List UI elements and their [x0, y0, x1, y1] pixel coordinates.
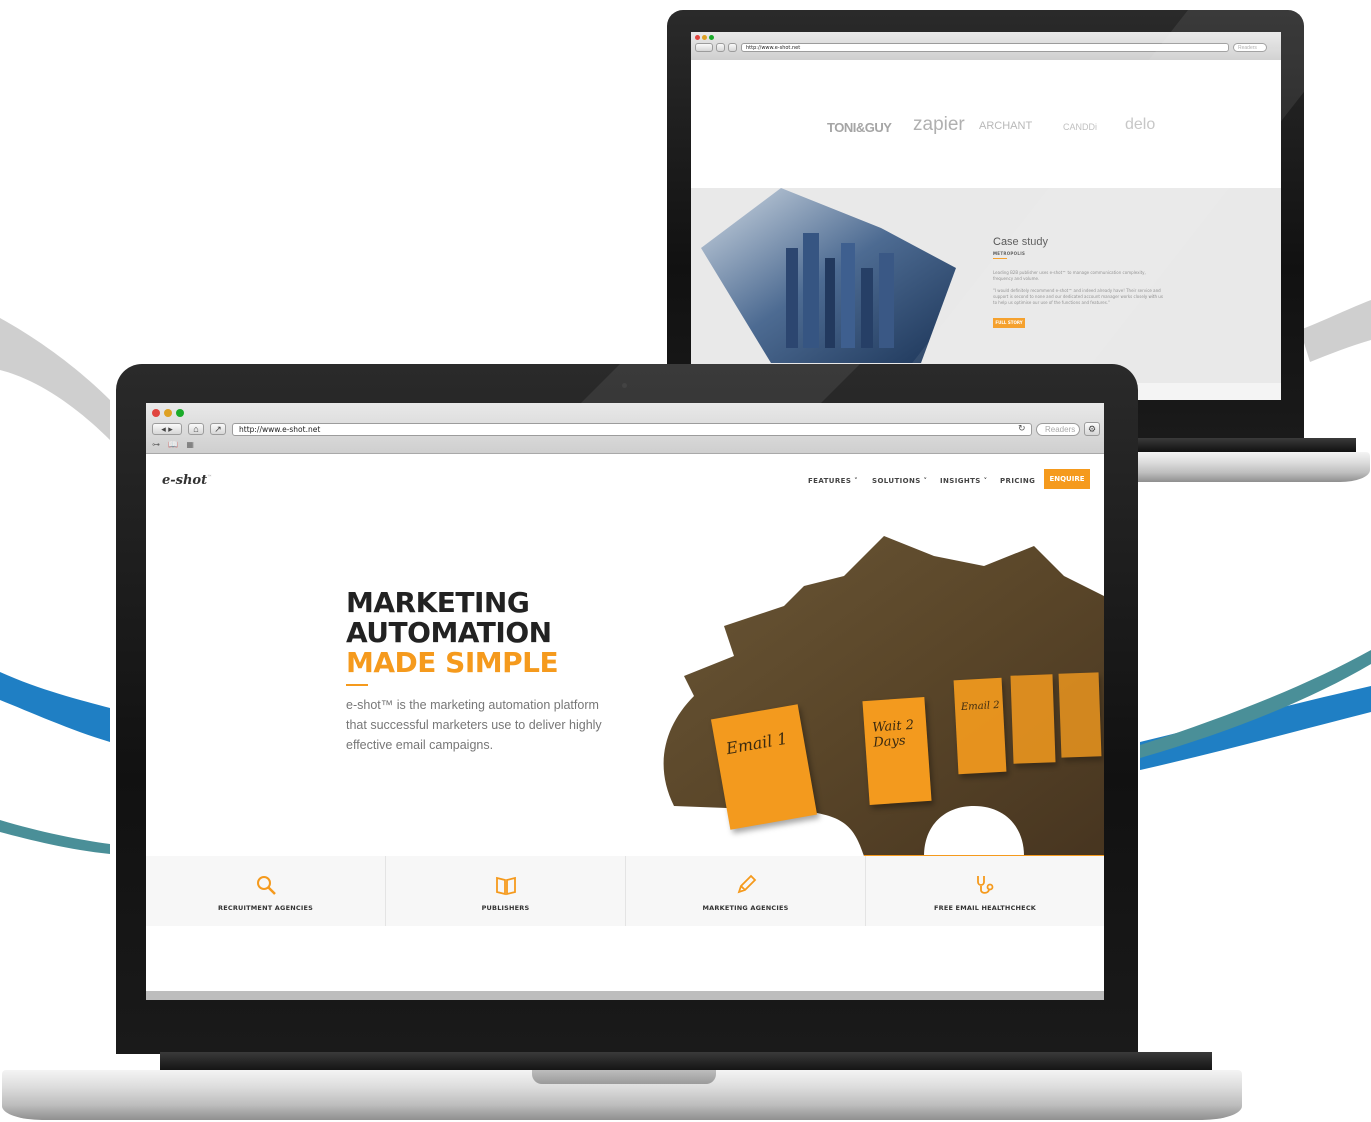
front-search-field[interactable]: Readers [1036, 423, 1080, 436]
back-forward-button[interactable]: ◂ ▸ [152, 423, 182, 435]
case-study-quote: "I would definitely recommend e-shot™ an… [993, 288, 1163, 305]
book-icon [495, 876, 516, 896]
tile-label: MARKETING AGENCIES [702, 904, 789, 912]
blue-swoosh-right [1140, 686, 1371, 770]
nav-features[interactable]: FEATURES ˅ [808, 477, 858, 485]
back-browser-chrome: http://www.e-shot.net Readers [691, 32, 1281, 61]
hero-divider [346, 684, 368, 686]
back-forward-button[interactable] [695, 43, 713, 52]
logo-text: e-shot [162, 473, 208, 488]
brand-logo-delo: delo [1125, 116, 1156, 133]
back-search-field[interactable]: Readers [1233, 43, 1267, 52]
hero-description: e-shot™ is the marketing automation plat… [346, 698, 602, 752]
nav-solutions[interactable]: SOLUTIONS ˅ [872, 477, 927, 485]
bookmarks-bar-icons: ⊶ 📖 ▦ [152, 440, 197, 449]
pencil-icon [737, 874, 756, 894]
stethoscope-icon [977, 876, 994, 894]
case-study-subtitle: METROPOLIS [993, 251, 1026, 256]
blue-swoosh-left [0, 672, 110, 742]
case-study-title: Case study [993, 236, 1049, 248]
sticky-note-wait-2-days: Wait 2 Days [862, 696, 932, 806]
grey-swoosh-left [0, 318, 110, 440]
case-study-section: Case study METROPOLIS Leading B2B publis… [691, 188, 1281, 383]
minimize-dot-icon[interactable] [164, 409, 172, 417]
brand-logo-zapier: zapier [913, 114, 965, 135]
sticky-note-email-2: Email 2 [953, 677, 1007, 775]
front-laptop-notch [532, 1070, 716, 1084]
sticky-note-blurred-5 [1058, 672, 1102, 758]
home-button[interactable] [716, 43, 725, 52]
close-dot-icon[interactable] [695, 35, 700, 40]
brand-logo-canddi: CANDDi [1063, 122, 1098, 132]
sticky-note-blurred-4 [1010, 674, 1056, 764]
front-laptop-hinge [160, 1052, 1212, 1072]
front-browser-chrome: ◂ ▸ ⌂ ↗ http://www.e-shot.net ↻ Readers … [146, 403, 1104, 454]
tile-recruitment-agencies[interactable]: RECRUITMENT AGENCIES [146, 856, 386, 926]
magnifier-icon [256, 876, 276, 895]
minimize-dot-icon[interactable] [702, 35, 707, 40]
back-screen: http://www.e-shot.net Readers TONI&GUY z… [691, 32, 1281, 400]
enquire-button[interactable]: ENQUIRE [1044, 469, 1090, 489]
reload-icon[interactable]: ↻ [1018, 423, 1026, 434]
zoom-dot-icon[interactable] [709, 35, 714, 40]
tile-label: PUBLISHERS [481, 904, 530, 912]
tile-label: FREE EMAIL HEALTHCHECK [933, 904, 1037, 912]
eshot-logo[interactable]: e-shot™ [162, 473, 212, 488]
tile-publishers[interactable]: PUBLISHERS [386, 856, 626, 926]
hero-line-2: AUTOMATION [346, 616, 552, 649]
close-dot-icon[interactable] [152, 409, 160, 417]
brand-logo-toniguy: TONI&GUY [827, 120, 892, 135]
back-logo-strip: TONI&GUY zapier ARCHANT CANDDi delo [691, 60, 1281, 188]
grey-swoosh-right [1300, 300, 1371, 362]
nav-pricing[interactable]: PRICING [1000, 477, 1035, 485]
back-url-field[interactable]: http://www.e-shot.net [741, 43, 1229, 52]
hero-line-3: MADE SIMPLE [346, 646, 559, 679]
front-url-field[interactable]: http://www.e-shot.net [232, 423, 1032, 436]
front-screen-scroll-edge [146, 991, 1104, 1000]
share-button[interactable] [728, 43, 737, 52]
settings-gear-button[interactable]: ⚙ [1084, 422, 1100, 436]
hero-line-1: MARKETING [346, 586, 530, 619]
tile-label: RECRUITMENT AGENCIES [218, 904, 313, 912]
teal-swoosh-left [0, 820, 110, 854]
case-study-divider [993, 258, 1007, 259]
city-photo [701, 188, 956, 363]
logo-trademark: ™ [207, 474, 213, 481]
tile-marketing-agencies[interactable]: MARKETING AGENCIES [626, 856, 866, 926]
nav-insights[interactable]: INSIGHTS ˅ [940, 477, 987, 485]
share-button[interactable]: ↗ [210, 423, 226, 435]
tile-free-email-healthcheck[interactable]: FREE EMAIL HEALTHCHECK [866, 856, 1104, 926]
full-story-button[interactable]: FULL STORY [993, 318, 1025, 328]
front-screen: ◂ ▸ ⌂ ↗ http://www.e-shot.net ↻ Readers … [146, 403, 1104, 1000]
brand-logo-archant: ARCHANT [979, 120, 1033, 132]
camera-icon [622, 383, 627, 388]
home-button[interactable]: ⌂ [188, 423, 204, 435]
zoom-dot-icon[interactable] [176, 409, 184, 417]
case-study-intro: Leading B2B publisher uses e-shot™ to ma… [993, 270, 1146, 281]
